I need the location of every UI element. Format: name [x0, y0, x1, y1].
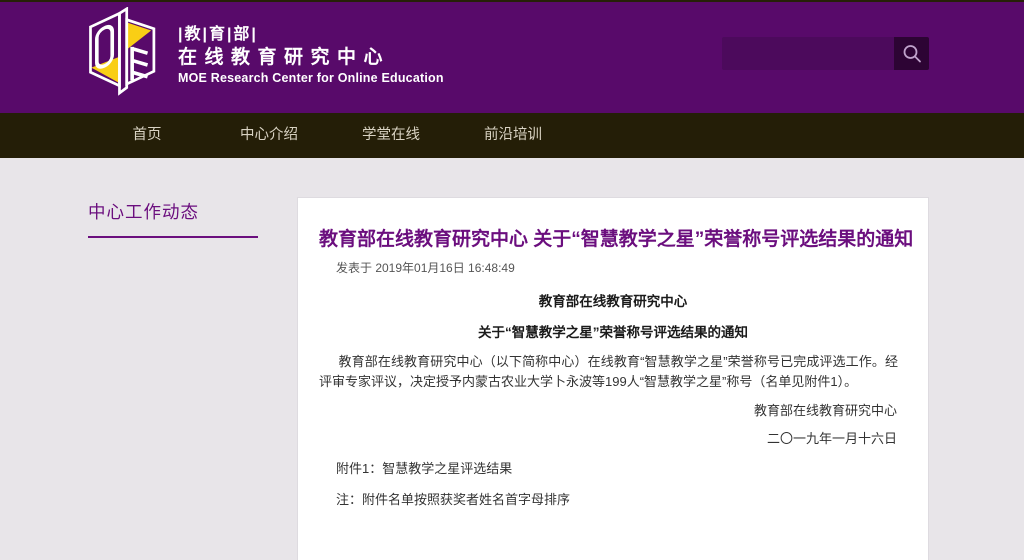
nav-item-xuetang-online[interactable]: 学堂在线: [330, 113, 452, 158]
signature-org: 教育部在线教育研究中心: [298, 400, 897, 419]
search-input[interactable]: [722, 37, 894, 70]
doc-heading-org: 教育部在线教育研究中心: [298, 290, 928, 310]
sidebar-title-underline: [88, 236, 258, 238]
search-button[interactable]: [894, 37, 929, 70]
sidebar-section-title[interactable]: 中心工作动态: [88, 199, 199, 224]
search-icon: [901, 43, 923, 65]
nav-item-home[interactable]: 首页: [86, 113, 208, 158]
brand-line-english: MOE Research Center for Online Education: [178, 71, 444, 86]
signature-date: 二〇一九年一月十六日: [298, 428, 897, 447]
brand-text: |教|育|部| 在线教育研究中心 MOE Research Center for…: [178, 25, 444, 86]
oe-cube-logo[interactable]: [84, 7, 164, 105]
doc-heading-subject: 关于“智慧教学之星”荣誉称号评选结果的通知: [298, 321, 928, 341]
article-title: 教育部在线教育研究中心 关于“智慧教学之星”荣誉称号评选结果的通知: [319, 227, 910, 253]
nav-item-center-intro[interactable]: 中心介绍: [208, 113, 330, 158]
publish-date: 发表于 2019年01月16日 16:48:49: [336, 259, 928, 276]
article-body: 教育部在线教育研究中心（以下简称中心）在线教育“智慧教学之星”荣誉称号已完成评选…: [319, 352, 898, 392]
brand-line-center-name: 在线教育研究中心: [178, 46, 444, 70]
nav-item-frontier-training[interactable]: 前沿培训: [452, 113, 574, 158]
oe-cube-logo-icon: [84, 7, 164, 103]
attachment-line: 附件1：智慧教学之星评选结果: [336, 458, 928, 477]
brand-line-ministry: |教|育|部|: [178, 25, 444, 44]
note-line: 注：附件名单按照获奖者姓名首字母排序: [336, 489, 928, 508]
content-panel: 教育部在线教育研究中心 关于“智慧教学之星”荣誉称号评选结果的通知 发表于 20…: [297, 197, 929, 560]
site-header: |教|育|部| 在线教育研究中心 MOE Research Center for…: [0, 2, 1024, 113]
main-nav: 首页 中心介绍 学堂在线 前沿培训: [0, 113, 1024, 158]
search-bar: [722, 37, 929, 70]
